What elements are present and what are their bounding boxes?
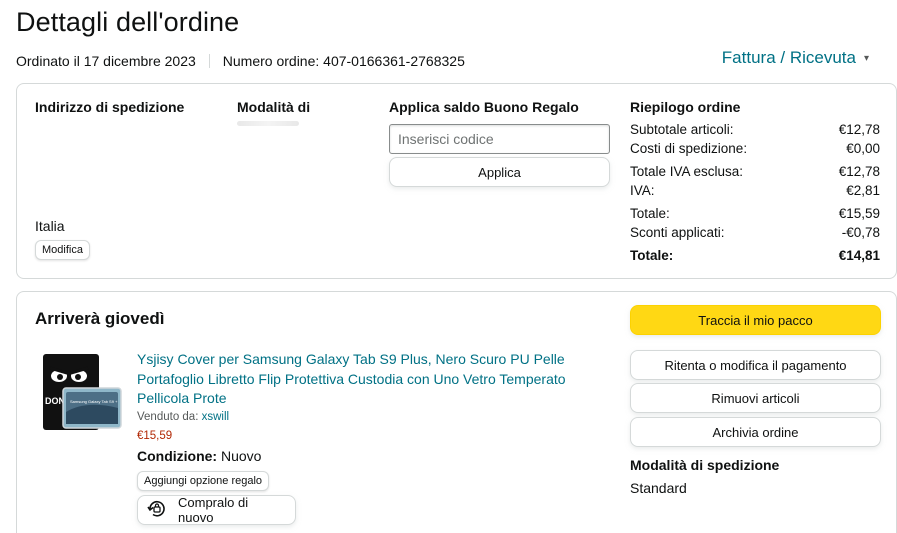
invoice-link-label[interactable]: Fattura / Ricevuta: [722, 48, 856, 68]
payment-method-heading: Modalità di: [237, 99, 311, 115]
track-package-button[interactable]: Traccia il mio pacco: [630, 305, 881, 335]
summary-row-shipping: Costi di spedizione: €0,00: [630, 141, 880, 156]
product-price: €15,59: [137, 430, 173, 442]
remove-items-button[interactable]: Rimuovi articoli: [630, 383, 881, 413]
chevron-down-icon: ▾: [863, 52, 869, 64]
summary-row-value: €2,81: [846, 183, 880, 198]
order-summary-heading: Riepilogo ordine: [630, 99, 741, 115]
summary-row-vat: IVA: €2,81: [630, 183, 880, 198]
image-device-text: Samsung Galaxy Tab S9 +: [70, 399, 118, 404]
summary-row-subtotal: Subtotale articoli: €12,78: [630, 122, 880, 137]
summary-row-value: €0,00: [846, 141, 880, 156]
invoice-dropdown[interactable]: Fattura / Ricevuta ▾: [722, 48, 869, 68]
shipping-address-heading: Indirizzo di spedizione: [35, 99, 185, 115]
shipping-mode-heading: Modalità di spedizione: [630, 457, 780, 473]
sold-by-label: Venduto da:: [137, 411, 199, 423]
gift-card-heading: Applica saldo Buono Regalo: [389, 99, 579, 115]
summary-row-total: Totale: €15,59: [630, 206, 880, 221]
summary-row-discounts: Sconti applicati: -€0,78: [630, 225, 880, 240]
seller-link[interactable]: xswill: [202, 411, 229, 423]
meta-divider: [208, 54, 210, 68]
summary-row-label: IVA:: [630, 183, 655, 198]
summary-row-label: Costi di spedizione:: [630, 141, 748, 156]
buy-again-label: Compralo di nuovo: [178, 495, 249, 525]
gift-code-input[interactable]: [389, 124, 610, 154]
grand-total-label: Totale:: [630, 248, 674, 263]
order-number: Numero ordine: 407-0166361-2768325: [222, 53, 465, 69]
add-gift-option-button[interactable]: Aggiungi opzione regalo: [137, 471, 270, 491]
summary-row-label: Totale:: [630, 206, 670, 221]
condition-label: Condizione:: [137, 448, 218, 464]
archive-order-button[interactable]: Archivia ordine: [630, 417, 881, 447]
shipment-card: Arriverà giovedì DON Samsung Galaxy Tab …: [16, 291, 897, 533]
summary-row-label: Subtotale articoli:: [630, 122, 734, 137]
product-condition: Condizione: Nuovo: [137, 448, 261, 464]
order-date: Ordinato il 17 dicembre 2023: [16, 53, 196, 69]
product-title-link[interactable]: Ysjisy Cover per Samsung Galaxy Tab S9 P…: [137, 350, 577, 409]
summary-row-value: €15,59: [838, 206, 880, 221]
grand-total-value: €14,81: [838, 248, 880, 263]
product-image[interactable]: DON Samsung Galaxy Tab S9 +: [41, 352, 125, 436]
summary-row-label: Totale IVA esclusa:: [630, 164, 744, 179]
buy-again-icon: [146, 498, 168, 523]
edit-address-button[interactable]: Modifica: [35, 240, 90, 260]
page-title: Dettagli dell'ordine: [16, 7, 240, 37]
address-country: Italia: [35, 218, 65, 234]
summary-row-label: Sconti applicati:: [630, 225, 725, 240]
summary-row-value: €12,78: [838, 164, 880, 179]
order-summary-card: Indirizzo di spedizione Italia Modifica …: [16, 83, 897, 279]
seller-info: Venduto da: xswill: [137, 411, 229, 423]
buy-again-button[interactable]: Compralo di nuovo: [137, 495, 296, 525]
image-text: DON: [45, 396, 65, 406]
summary-row-value: -€0,78: [841, 225, 880, 240]
apply-gift-button[interactable]: Applica: [389, 157, 610, 187]
condition-value: Nuovo: [221, 448, 262, 464]
arrival-heading: Arriverà giovedì: [35, 309, 165, 328]
redacted-text: [237, 121, 299, 126]
summary-grand-total: Totale: €14,81: [630, 248, 880, 263]
retry-payment-button[interactable]: Ritenta o modifica il pagamento: [630, 350, 881, 380]
order-meta: Ordinato il 17 dicembre 2023 Numero ordi…: [16, 53, 465, 69]
shipping-mode-value: Standard: [630, 480, 687, 496]
summary-row-value: €12,78: [838, 122, 880, 137]
summary-row-net-total: Totale IVA esclusa: €12,78: [630, 164, 880, 179]
